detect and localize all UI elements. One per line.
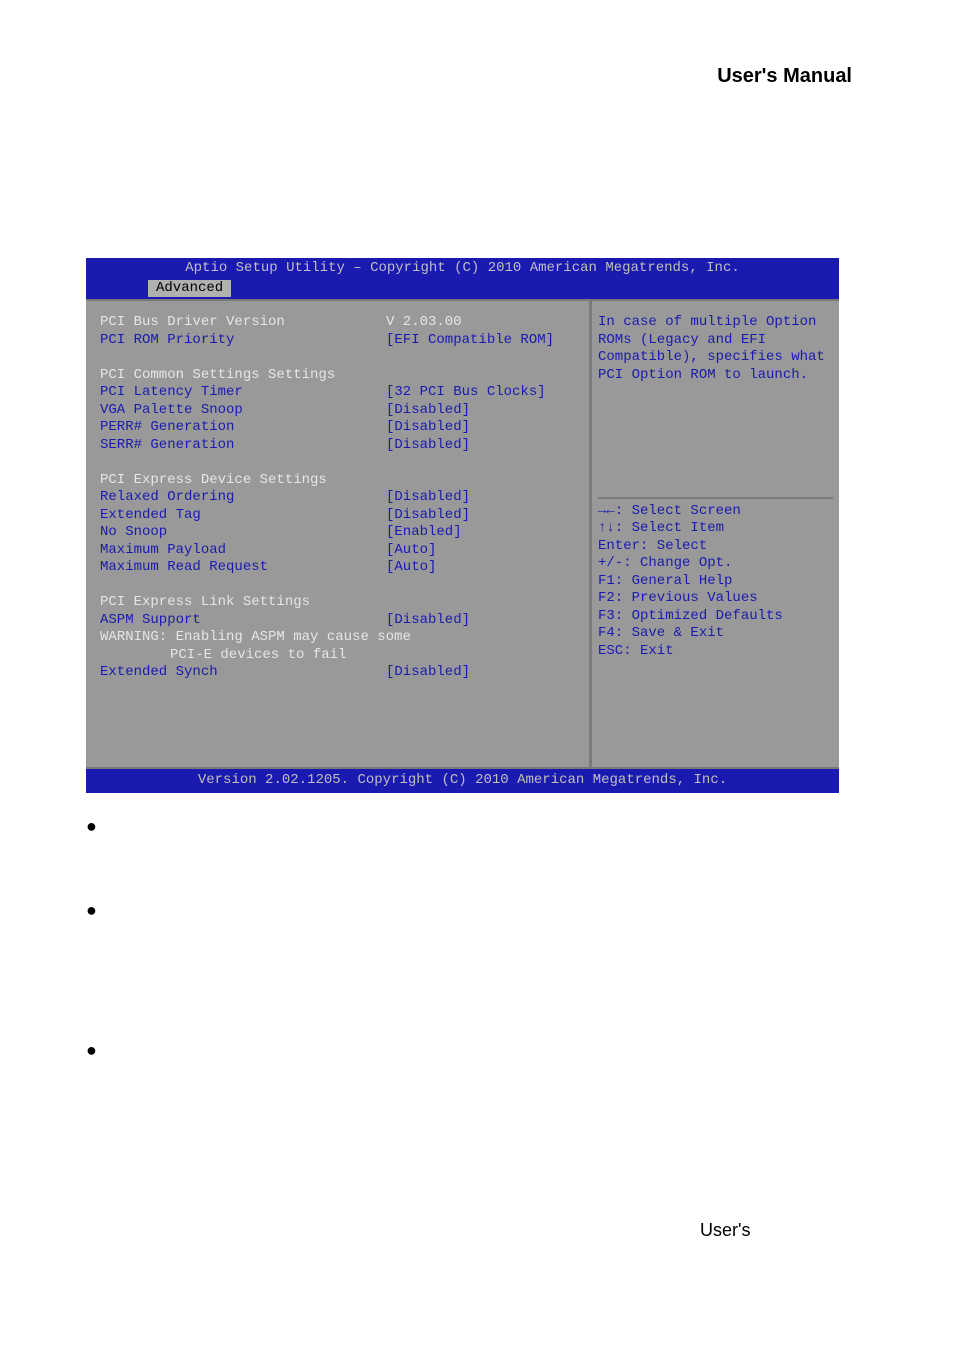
key-select-screen: →←: Select Screen bbox=[598, 503, 833, 521]
page-header: User's Manual bbox=[717, 65, 852, 88]
row-pci-rom-priority[interactable]: PCI ROM Priority [EFI Compatible ROM] bbox=[100, 332, 579, 350]
value: [Disabled] bbox=[386, 612, 579, 630]
label: PERR# Generation bbox=[100, 419, 386, 437]
help-text: PCI Option ROM to launch. bbox=[598, 367, 833, 385]
key-f2: F2: Previous Values bbox=[598, 590, 833, 608]
separator bbox=[598, 497, 833, 499]
bullet-icon: ● bbox=[86, 900, 97, 921]
bios-tabs: Advanced bbox=[86, 280, 839, 300]
value: [Disabled] bbox=[386, 489, 579, 507]
value: V 2.03.00 bbox=[386, 314, 579, 332]
bios-help: In case of multiple Option ROMs (Legacy … bbox=[589, 301, 839, 767]
key-f4: F4: Save & Exit bbox=[598, 625, 833, 643]
label: Relaxed Ordering bbox=[100, 489, 386, 507]
value: [EFI Compatible ROM] bbox=[386, 332, 579, 350]
bullet-icon: ● bbox=[86, 816, 97, 837]
value: [Auto] bbox=[386, 542, 579, 560]
key-esc: ESC: Exit bbox=[598, 643, 833, 661]
value: [Disabled] bbox=[386, 402, 579, 420]
help-text: Compatible), specifies what bbox=[598, 349, 833, 367]
bios-main: PCI Bus Driver Version V 2.03.00 PCI ROM… bbox=[86, 301, 589, 767]
tab-advanced[interactable]: Advanced bbox=[148, 280, 231, 298]
value: [Disabled] bbox=[386, 664, 579, 682]
row-serr-generation[interactable]: SERR# Generation [Disabled] bbox=[100, 437, 579, 455]
value: [Disabled] bbox=[386, 419, 579, 437]
value: [Disabled] bbox=[386, 507, 579, 525]
bios-footer: Version 2.02.1205. Copyright (C) 2010 Am… bbox=[86, 769, 839, 793]
label: ASPM Support bbox=[100, 612, 386, 630]
bios-body: PCI Bus Driver Version V 2.03.00 PCI ROM… bbox=[86, 299, 839, 769]
label: PCI ROM Priority bbox=[100, 332, 386, 350]
page-footer: User's bbox=[700, 1220, 750, 1241]
label: Extended Synch bbox=[100, 664, 386, 682]
bios-title: Aptio Setup Utility – Copyright (C) 2010… bbox=[86, 258, 839, 280]
row-relaxed-ordering[interactable]: Relaxed Ordering [Disabled] bbox=[100, 489, 579, 507]
key-f1: F1: General Help bbox=[598, 573, 833, 591]
key-f3: F3: Optimized Defaults bbox=[598, 608, 833, 626]
warning-1: WARNING: Enabling ASPM may cause some bbox=[100, 629, 579, 647]
label: No Snoop bbox=[100, 524, 386, 542]
help-text: In case of multiple Option bbox=[598, 314, 833, 332]
section-express-device: PCI Express Device Settings bbox=[100, 472, 579, 490]
label: VGA Palette Snoop bbox=[100, 402, 386, 420]
label: Maximum Payload bbox=[100, 542, 386, 560]
value: [Disabled] bbox=[386, 437, 579, 455]
key-select-item: ↑↓: Select Item bbox=[598, 520, 833, 538]
label: Maximum Read Request bbox=[100, 559, 386, 577]
label: Extended Tag bbox=[100, 507, 386, 525]
label: PCI Latency Timer bbox=[100, 384, 386, 402]
value: [Enabled] bbox=[386, 524, 579, 542]
value: [Auto] bbox=[386, 559, 579, 577]
row-max-payload[interactable]: Maximum Payload [Auto] bbox=[100, 542, 579, 560]
row-aspm-support[interactable]: ASPM Support [Disabled] bbox=[100, 612, 579, 630]
row-driver-version: PCI Bus Driver Version V 2.03.00 bbox=[100, 314, 579, 332]
row-perr-generation[interactable]: PERR# Generation [Disabled] bbox=[100, 419, 579, 437]
section-express-link: PCI Express Link Settings bbox=[100, 594, 579, 612]
row-max-read-request[interactable]: Maximum Read Request [Auto] bbox=[100, 559, 579, 577]
label: PCI Bus Driver Version bbox=[100, 314, 386, 332]
row-no-snoop[interactable]: No Snoop [Enabled] bbox=[100, 524, 579, 542]
row-vga-palette-snoop[interactable]: VGA Palette Snoop [Disabled] bbox=[100, 402, 579, 420]
warning-2: PCI-E devices to fail bbox=[100, 647, 579, 665]
row-extended-synch[interactable]: Extended Synch [Disabled] bbox=[100, 664, 579, 682]
bios-window: Aptio Setup Utility – Copyright (C) 2010… bbox=[86, 258, 839, 804]
key-change-opt: +/-: Change Opt. bbox=[598, 555, 833, 573]
key-enter: Enter: Select bbox=[598, 538, 833, 556]
label: SERR# Generation bbox=[100, 437, 386, 455]
row-extended-tag[interactable]: Extended Tag [Disabled] bbox=[100, 507, 579, 525]
value: [32 PCI Bus Clocks] bbox=[386, 384, 579, 402]
section-common: PCI Common Settings Settings bbox=[100, 367, 579, 385]
row-latency-timer[interactable]: PCI Latency Timer [32 PCI Bus Clocks] bbox=[100, 384, 579, 402]
bullet-icon: ● bbox=[86, 1040, 97, 1061]
help-text: ROMs (Legacy and EFI bbox=[598, 332, 833, 350]
